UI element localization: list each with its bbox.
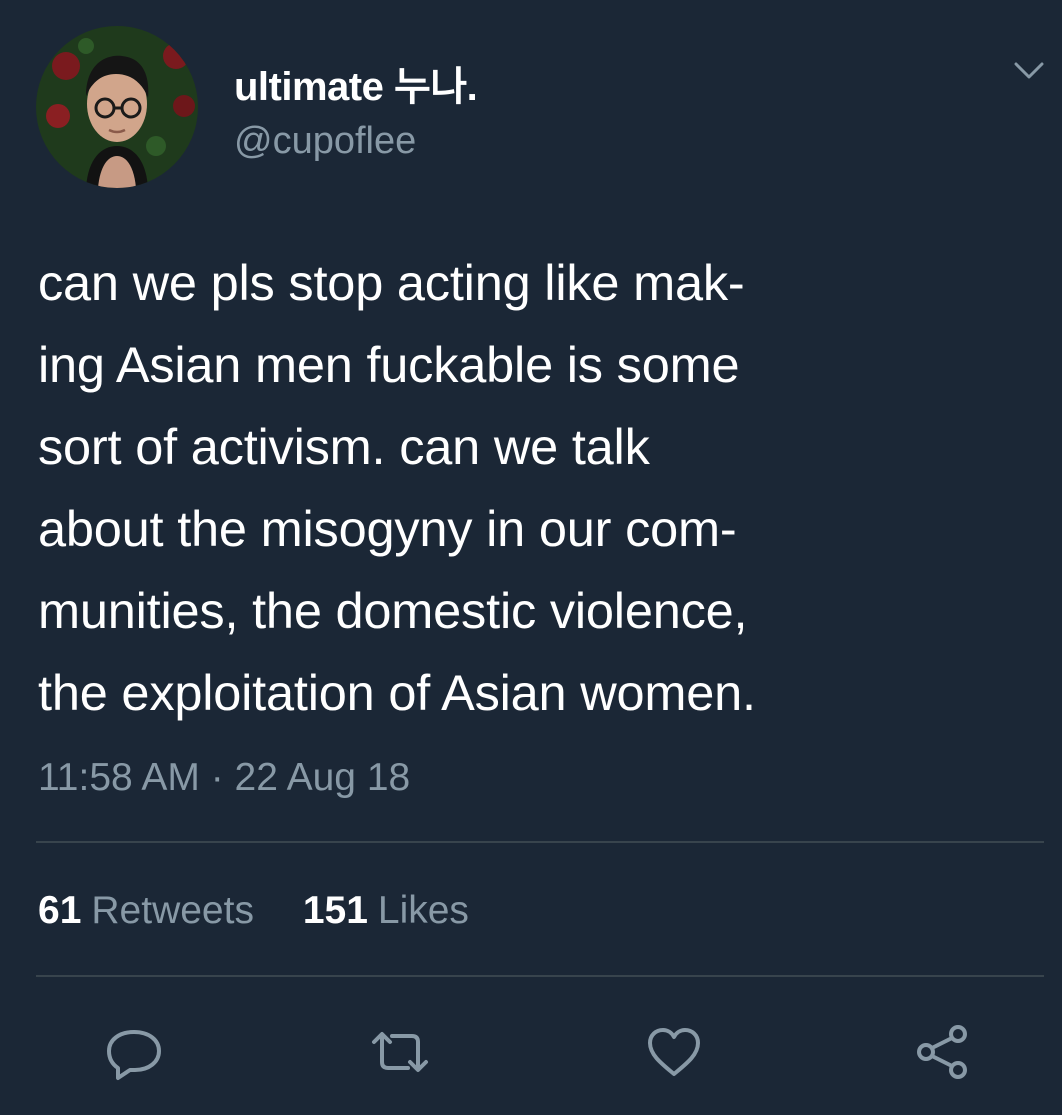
user-handle[interactable]: @cupoflee bbox=[234, 120, 416, 163]
likes-count: 151 bbox=[302, 889, 368, 932]
tweet-stats: 61 Retweets 151 Likes bbox=[38, 889, 469, 933]
tweet-text: can we pls stop acting like mak- ing Asi… bbox=[38, 242, 1028, 734]
avatar[interactable] bbox=[36, 26, 198, 188]
share-icon bbox=[917, 1025, 967, 1079]
divider bbox=[36, 975, 1044, 977]
tweet-line: about the misogyny in our com- bbox=[38, 500, 737, 557]
tweet-line: sort of activism. can we talk bbox=[38, 418, 650, 475]
display-name[interactable]: ultimate 누나. bbox=[234, 54, 478, 112]
tweet-timestamp[interactable]: 11:58 AM · 22 Aug 18 bbox=[38, 756, 410, 800]
reply-button[interactable] bbox=[102, 1020, 166, 1084]
retweet-icon bbox=[372, 1032, 428, 1072]
avatar-image bbox=[36, 26, 198, 188]
chevron-down-icon[interactable] bbox=[1012, 58, 1046, 82]
like-button[interactable] bbox=[642, 1020, 706, 1084]
tweet-line: the exploitation of Asian women. bbox=[38, 664, 756, 721]
likes-label: Likes bbox=[377, 889, 469, 932]
tweet-line: ing Asian men fuckable is some bbox=[38, 336, 740, 393]
heart-icon bbox=[648, 1028, 700, 1076]
share-button[interactable] bbox=[910, 1020, 974, 1084]
tweet-line: can we pls stop acting like mak- bbox=[38, 254, 745, 311]
reply-icon bbox=[107, 1030, 161, 1080]
retweets-stat[interactable]: 61 Retweets bbox=[38, 889, 254, 933]
tweet-line: munities, the domestic violence, bbox=[38, 582, 748, 639]
retweets-label: Retweets bbox=[91, 889, 254, 932]
retweet-button[interactable] bbox=[368, 1020, 432, 1084]
likes-stat[interactable]: 151 Likes bbox=[303, 889, 469, 933]
divider bbox=[36, 841, 1044, 843]
retweets-count: 61 bbox=[38, 889, 82, 932]
